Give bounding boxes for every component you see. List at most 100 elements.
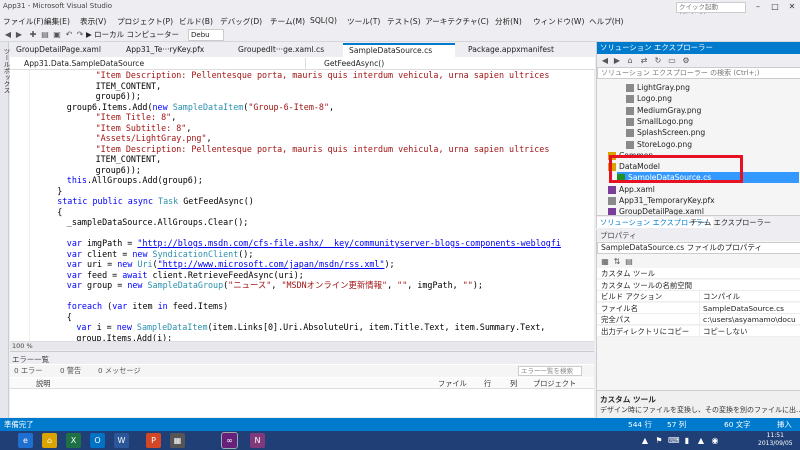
- refresh-icon[interactable]: ↻: [653, 56, 663, 66]
- tree-item[interactable]: LightGray.png: [626, 82, 799, 93]
- word-icon[interactable]: W: [114, 433, 129, 448]
- menu-tools[interactable]: ツール(T): [347, 16, 380, 27]
- tree-item[interactable]: App.xaml: [608, 184, 799, 195]
- app-icon[interactable]: ▦: [170, 433, 185, 448]
- property-value[interactable]: SampleDataSource.cs: [699, 302, 799, 314]
- sync-icon[interactable]: ⇄: [639, 56, 649, 66]
- save-icon[interactable]: ▣: [52, 30, 62, 40]
- code-editor[interactable]: "Item Description: Pellentesque porta, m…: [10, 70, 594, 341]
- tree-item[interactable]: MediumGray.png: [626, 105, 799, 116]
- tree-item[interactable]: Logo.png: [626, 93, 799, 104]
- col-line[interactable]: 行: [484, 379, 491, 389]
- tray-keyboard-icon[interactable]: ⌨: [668, 436, 680, 446]
- forward-icon[interactable]: ▶: [14, 30, 24, 40]
- menu-sql[interactable]: SQL(Q): [310, 16, 337, 25]
- menu-help[interactable]: ヘルプ(H): [589, 16, 623, 27]
- start-debugging-button[interactable]: ▶ ローカル コンピューター: [86, 29, 179, 40]
- code-token: static public async: [57, 196, 159, 206]
- menu-team[interactable]: チーム(M): [270, 16, 305, 27]
- redo-icon[interactable]: ↷: [75, 30, 85, 40]
- properties-object-select[interactable]: SampleDataSource.cs ファイルのプロパティ: [597, 242, 800, 254]
- properties-icon[interactable]: ⚙: [681, 56, 691, 66]
- tray-volume-icon[interactable]: ◉: [710, 436, 720, 446]
- property-value[interactable]: コンパイル: [699, 291, 799, 302]
- col-description[interactable]: 説明: [36, 379, 50, 389]
- menu-edit[interactable]: 編集(E): [44, 16, 70, 27]
- tree-item[interactable]: App31_TemporaryKey.pfx: [608, 195, 799, 206]
- code-token: uri =: [86, 259, 118, 269]
- maximize-button[interactable]: □: [767, 0, 783, 13]
- menu-file[interactable]: ファイル(F): [3, 16, 44, 27]
- tree-item[interactable]: SplashScreen.png: [626, 127, 799, 138]
- error-list-search[interactable]: エラー一覧を検索: [518, 366, 582, 376]
- close-button[interactable]: ✕: [784, 0, 800, 13]
- property-value[interactable]: c:\users\asyamamo\docu: [699, 314, 799, 325]
- tab-package-manifest[interactable]: Package.appxmanifest: [462, 43, 572, 57]
- col-project[interactable]: プロジェクト: [533, 379, 576, 389]
- menu-project[interactable]: プロジェクト(P): [117, 16, 173, 27]
- clock[interactable]: 11:51 2013/09/05: [758, 432, 793, 448]
- back-icon[interactable]: ◀: [3, 30, 13, 40]
- minimize-button[interactable]: –: [750, 0, 766, 13]
- errors-filter[interactable]: 0 エラー: [14, 366, 42, 376]
- tab-groupeditemspage[interactable]: GroupedIt···ge.xaml.cs: [232, 43, 340, 57]
- outlook-icon[interactable]: O: [90, 433, 105, 448]
- menu-analyze[interactable]: 分析(N): [495, 16, 522, 27]
- tab-team-explorer[interactable]: チーム エクスプローラー: [687, 217, 774, 228]
- property-row[interactable]: 完全パス c:\users\asyamamo\docu: [597, 314, 800, 325]
- error-list-header: 説明 ファイル 行 列 プロジェクト: [10, 378, 594, 389]
- ie-icon[interactable]: e: [18, 433, 33, 448]
- menu-test[interactable]: テスト(S): [387, 16, 421, 27]
- back-icon[interactable]: ◀: [600, 56, 610, 66]
- forward-icon[interactable]: ▶: [612, 56, 622, 66]
- col-file[interactable]: ファイル: [438, 379, 467, 389]
- visual-studio-icon[interactable]: ∞: [221, 432, 238, 449]
- open-icon[interactable]: ▤: [40, 30, 50, 40]
- tray-flag-icon[interactable]: ⚑: [654, 436, 664, 446]
- type-dropdown[interactable]: App31.Data.SampleDataSource: [10, 58, 306, 69]
- explorer-icon[interactable]: ⌂: [42, 433, 57, 448]
- solution-explorer-search[interactable]: ソリューション エクスプローラー の検索 (Ctrl+;): [597, 67, 800, 79]
- code-token: var: [66, 238, 87, 248]
- property-row[interactable]: ファイル名 SampleDataSource.cs: [597, 302, 800, 314]
- member-dropdown[interactable]: GetFeedAsync(): [310, 58, 580, 69]
- editor-horizontal-scrollbar[interactable]: 100 %: [10, 341, 594, 350]
- menu-architecture[interactable]: アーキテクチャ(C): [425, 16, 489, 27]
- zoom-level[interactable]: 100 %: [12, 342, 33, 350]
- menu-window[interactable]: ウィンドウ(W): [533, 16, 584, 27]
- collapse-all-icon[interactable]: ▭: [667, 56, 677, 66]
- tab-groupdetailpage[interactable]: GroupDetailPage.xaml: [10, 43, 118, 57]
- quick-launch-input[interactable]: クイック起動 (Ctrl+Q): [676, 2, 746, 20]
- property-value[interactable]: コピーしない: [699, 325, 799, 337]
- toolbox-strip[interactable]: ツールボックス: [0, 42, 10, 418]
- tab-temporarykey[interactable]: App31_Te···ryKey.pfx: [120, 43, 228, 57]
- menu-debug[interactable]: デバッグ(D): [220, 16, 262, 27]
- undo-icon[interactable]: ↶: [64, 30, 74, 40]
- excel-icon[interactable]: X: [66, 433, 81, 448]
- tree-item[interactable]: StoreLogo.png: [626, 139, 799, 150]
- property-row[interactable]: ビルド アクション コンパイル: [597, 291, 800, 302]
- onenote-icon[interactable]: N: [250, 433, 265, 448]
- solution-config-select[interactable]: Debu: [188, 29, 224, 41]
- new-project-icon[interactable]: ✚: [28, 30, 38, 40]
- property-row[interactable]: カスタム ツール: [597, 268, 800, 279]
- home-icon[interactable]: ⌂: [625, 56, 635, 66]
- code-token: "": [397, 280, 408, 290]
- property-row[interactable]: 出力ディレクトリにコピー コピーしない: [597, 325, 800, 337]
- messages-filter[interactable]: 0 メッセージ: [98, 366, 141, 376]
- tray-battery-icon[interactable]: ▮: [682, 436, 692, 446]
- powerpoint-icon[interactable]: P: [146, 433, 161, 448]
- property-row[interactable]: カスタム ツールの名前空間: [597, 279, 800, 291]
- code-token: ,: [387, 280, 398, 290]
- tab-sampledatasource[interactable]: SampleDataSource.cs: [343, 43, 455, 57]
- tree-item[interactable]: SmallLogo.png: [626, 116, 799, 127]
- menu-build[interactable]: ビルド(B): [179, 16, 213, 27]
- categorized-icon[interactable]: ▦: [600, 257, 610, 267]
- menu-view[interactable]: 表示(V): [80, 16, 106, 27]
- col-column[interactable]: 列: [510, 379, 517, 389]
- tray-up-icon[interactable]: ▲: [640, 436, 650, 446]
- tray-network-icon[interactable]: ▲: [696, 436, 706, 446]
- property-pages-icon[interactable]: ▤: [624, 257, 634, 267]
- warnings-filter[interactable]: 0 警告: [60, 366, 81, 376]
- alphabetical-icon[interactable]: ⇅: [612, 257, 622, 267]
